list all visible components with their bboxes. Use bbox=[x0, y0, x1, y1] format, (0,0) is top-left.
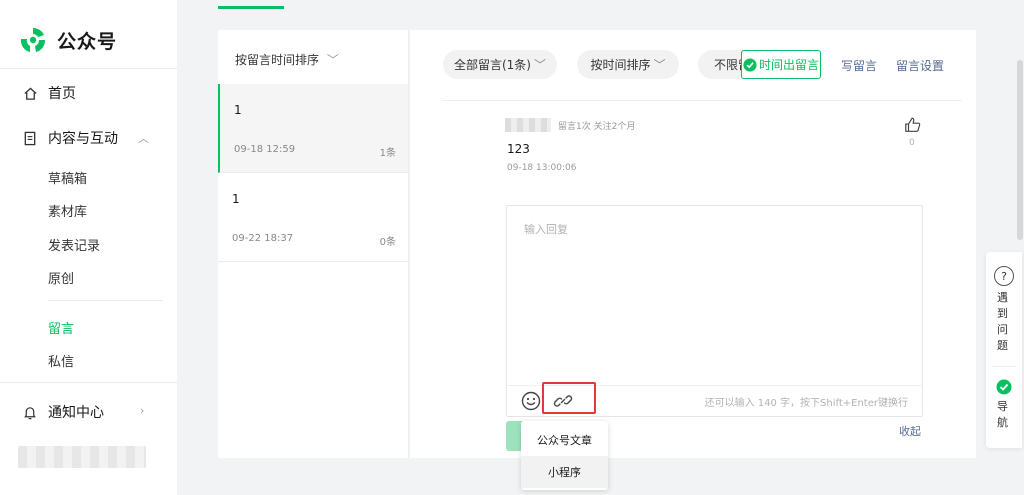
document-icon bbox=[22, 130, 38, 146]
emoji-icon[interactable] bbox=[521, 391, 541, 411]
list-item[interactable]: 1 09-22 18:37 0条 bbox=[218, 173, 408, 262]
reply-toolbar: 还可以输入 140 字，按下Shift+Enter键换行 bbox=[507, 382, 922, 416]
link-type-menu: 公众号文章 小程序 bbox=[521, 421, 608, 490]
nav-home[interactable]: 首页 bbox=[22, 83, 76, 103]
reply-textarea[interactable]: 输入回复 还可以输入 140 字，按下Shift+Enter键换行 bbox=[506, 205, 923, 417]
nav-publish-records[interactable]: 发表记录 bbox=[48, 235, 100, 254]
comment-text: 123 bbox=[507, 142, 530, 156]
write-comment-link[interactable]: 写留言 bbox=[841, 57, 877, 74]
select-comment-button[interactable]: 时间出留言 bbox=[741, 50, 821, 79]
list-item-title: 1 bbox=[232, 192, 240, 206]
nav-messages[interactable]: 私信 bbox=[48, 351, 74, 370]
shield-check-icon bbox=[743, 57, 757, 72]
nav-comments[interactable]: 留言 bbox=[48, 318, 74, 337]
nav-materials[interactable]: 素材库 bbox=[48, 201, 87, 220]
question-icon[interactable]: ? bbox=[994, 266, 1014, 286]
chevron-right-icon[interactable]: › bbox=[140, 404, 144, 417]
nav-drafts[interactable]: 草稿箱 bbox=[48, 168, 87, 187]
nav-home-label: 首页 bbox=[48, 86, 76, 102]
chevron-down-icon: ﹀ bbox=[653, 58, 666, 72]
list-sort-label: 按留言时间排序 bbox=[235, 53, 320, 67]
reply-hint: 还可以输入 140 字，按下Shift+Enter键换行 bbox=[704, 398, 908, 409]
reply-placeholder: 输入回复 bbox=[524, 223, 568, 236]
nav-original[interactable]: 原创 bbox=[48, 268, 74, 287]
nav-content-label: 内容与互动 bbox=[48, 131, 118, 147]
article-list: 按留言时间排序 ﹀ 1 09-18 12:59 1条 1 09-22 18:37… bbox=[218, 30, 409, 458]
list-item-time: 09-22 18:37 bbox=[232, 233, 294, 244]
thumbs-up-icon[interactable] bbox=[904, 116, 922, 134]
select-comment-label: 时间出留言 bbox=[758, 58, 819, 72]
list-item[interactable]: 1 09-18 12:59 1条 bbox=[218, 84, 408, 173]
nav-notify[interactable]: 通知中心 bbox=[22, 402, 104, 422]
comment-panel: 全部留言(1条) ﹀ 按时间排序 ﹀ 不限留 时间出留言 写留言 留言设置 留言… bbox=[410, 30, 976, 458]
active-tab-indicator bbox=[218, 6, 284, 9]
list-sort[interactable]: 按留言时间排序 ﹀ bbox=[235, 51, 339, 68]
chevron-up-icon[interactable]: ︿ bbox=[138, 130, 149, 146]
sidebar: 公众号 首页 内容与互动 ︿ 草稿箱 素材库 发表记录 原创 留言 私信 通知中… bbox=[0, 0, 177, 495]
comment-settings-link[interactable]: 留言设置 bbox=[896, 57, 944, 74]
divider bbox=[0, 382, 177, 383]
menu-item-miniprogram[interactable]: 小程序 bbox=[521, 456, 608, 488]
list-item-time: 09-18 12:59 bbox=[234, 144, 296, 155]
home-icon bbox=[22, 85, 38, 101]
like-count: 0 bbox=[909, 138, 915, 148]
help-label[interactable]: 遇到问题 bbox=[997, 290, 1011, 354]
menu-item-article[interactable]: 公众号文章 bbox=[521, 424, 608, 456]
bell-icon bbox=[22, 404, 38, 420]
shield-check-icon bbox=[996, 379, 1012, 395]
commenter-meta: 留言1次 关注2个月 bbox=[558, 122, 636, 132]
chevron-down-icon: ﹀ bbox=[326, 53, 339, 67]
commenter-name[interactable] bbox=[505, 118, 551, 132]
divider bbox=[442, 100, 962, 101]
top-tabs bbox=[218, 0, 976, 9]
filter-all-dropdown[interactable]: 全部留言(1条) ﹀ bbox=[443, 50, 557, 79]
comment-time: 09-18 13:00:06 bbox=[507, 163, 577, 173]
divider bbox=[992, 366, 1016, 367]
nav-notify-label: 通知中心 bbox=[48, 405, 104, 421]
nav-label[interactable]: 导航 bbox=[997, 399, 1011, 431]
scrollbar[interactable] bbox=[1017, 60, 1023, 240]
link-icon[interactable] bbox=[553, 391, 573, 411]
help-float-panel: ? 遇到问题 导航 bbox=[986, 252, 1022, 448]
sort-time-dropdown[interactable]: 按时间排序 ﹀ bbox=[577, 50, 679, 79]
list-item-count: 1条 bbox=[379, 148, 396, 159]
wechat-official-logo-icon bbox=[20, 27, 46, 52]
user-account[interactable] bbox=[18, 446, 146, 468]
divider bbox=[48, 300, 163, 301]
list-item-title: 1 bbox=[234, 103, 242, 117]
app-name: 公众号 bbox=[57, 30, 118, 53]
chevron-down-icon: ﹀ bbox=[533, 58, 546, 72]
list-item-count: 0条 bbox=[379, 237, 396, 248]
filter-all-label: 全部留言(1条) bbox=[453, 58, 531, 72]
sort-time-label: 按时间排序 bbox=[590, 58, 651, 72]
nav-content[interactable]: 内容与互动 bbox=[22, 128, 118, 148]
collapse-link[interactable]: 收起 bbox=[899, 423, 921, 439]
logo[interactable]: 公众号 bbox=[18, 22, 117, 58]
divider bbox=[0, 68, 177, 69]
